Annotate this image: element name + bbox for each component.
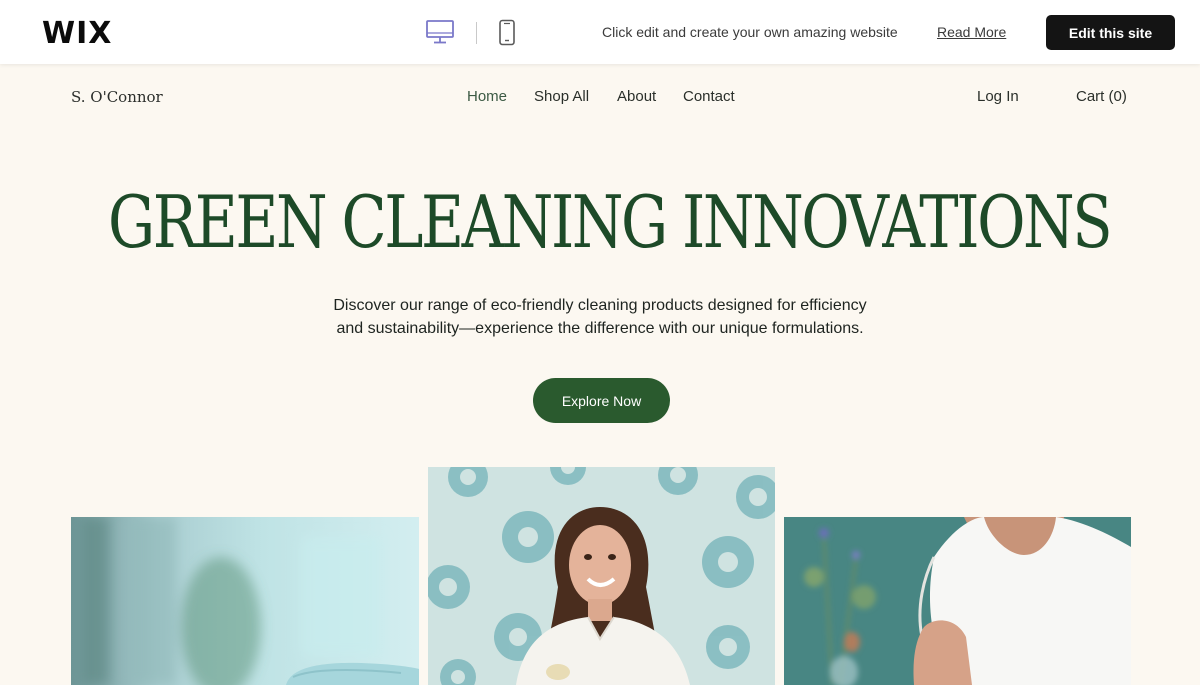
hero-image-left <box>71 517 419 685</box>
mobile-icon[interactable] <box>498 19 516 46</box>
nav-about[interactable]: About <box>617 88 656 105</box>
hero-title: GREEN CLEANING INNOVATIONS <box>108 180 1113 264</box>
nav-contact[interactable]: Contact <box>683 88 735 105</box>
hero-subtitle-line-1: Discover our range of eco-friendly clean… <box>333 297 867 314</box>
wix-message: Click edit and create your own amazing w… <box>602 24 898 40</box>
nav-shop-all[interactable]: Shop All <box>534 88 589 105</box>
site-brand[interactable]: S. O'Connor <box>71 88 163 106</box>
login-link[interactable]: Log In <box>977 88 1019 105</box>
cart-link[interactable]: Cart (0) <box>1076 88 1127 105</box>
read-more-link[interactable]: Read More <box>937 24 1006 40</box>
explore-now-button[interactable]: Explore Now <box>533 378 670 423</box>
edit-site-button[interactable]: Edit this site <box>1046 15 1175 50</box>
wix-top-bar: WIX Click edit and create your own amazi… <box>0 0 1200 64</box>
hero-image-center <box>428 467 775 685</box>
hero-subtitle-line-2: and sustainability—experience the differ… <box>336 320 864 337</box>
nav-home[interactable]: Home <box>467 88 507 105</box>
desktop-icon[interactable] <box>425 19 455 45</box>
device-divider <box>476 22 477 44</box>
hero-subtitle: Discover our range of eco-friendly clean… <box>300 294 900 340</box>
hero-image-right <box>784 517 1131 685</box>
wix-logo[interactable]: WIX <box>42 16 112 51</box>
